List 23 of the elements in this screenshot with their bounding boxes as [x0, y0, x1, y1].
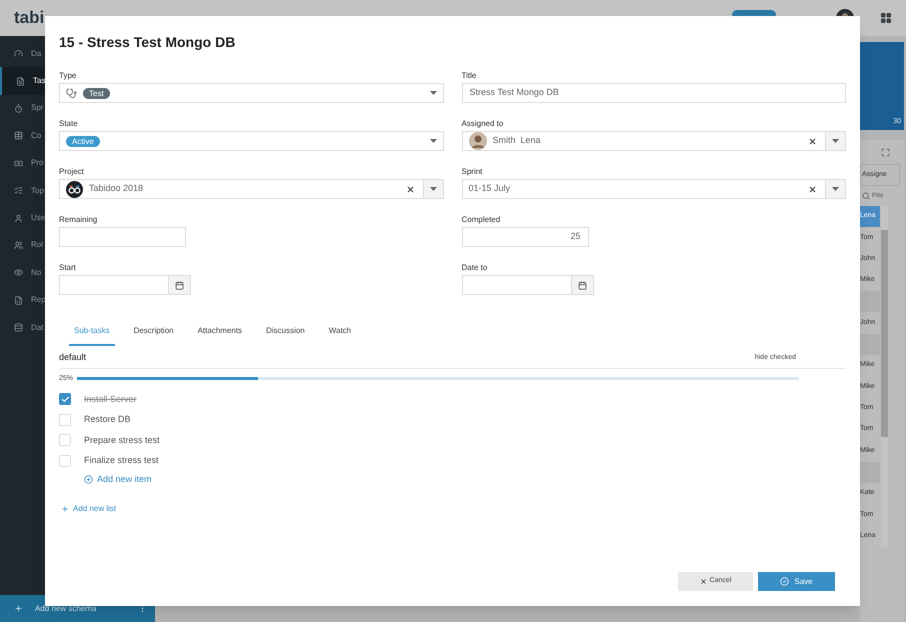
- subtask-text: Restore DB: [84, 413, 131, 426]
- tag: Active: [66, 136, 100, 146]
- checklist-name: default: [59, 351, 86, 364]
- dialog-title: 15 - Stress Test Mongo DB: [59, 33, 236, 52]
- field-label: Date to: [462, 262, 488, 274]
- field-value: 01-15 July: [468, 182, 510, 196]
- field-label: Remaining: [59, 214, 98, 226]
- subtask-text: Prepare stress test: [84, 434, 160, 447]
- logo: tabi: [14, 7, 44, 30]
- add-schema-label: Add new schema: [35, 602, 96, 614]
- subtask-text: Finalize stress test: [84, 454, 159, 467]
- field-label: Assigned to: [462, 118, 504, 130]
- subtask-text: Install Server: [84, 392, 137, 406]
- field-label: Title: [462, 70, 478, 82]
- field-label: Completed: [462, 214, 502, 226]
- field-label: Sprint: [462, 166, 484, 178]
- field-label: State: [59, 118, 79, 130]
- field-label: Type: [59, 70, 78, 82]
- field-label: Project: [59, 166, 85, 178]
- field-label: Start: [59, 262, 77, 274]
- field-value: Tabidoo 2018: [89, 182, 144, 196]
- field-value: Smith Lena: [492, 134, 541, 148]
- tag: Test: [83, 88, 110, 98]
